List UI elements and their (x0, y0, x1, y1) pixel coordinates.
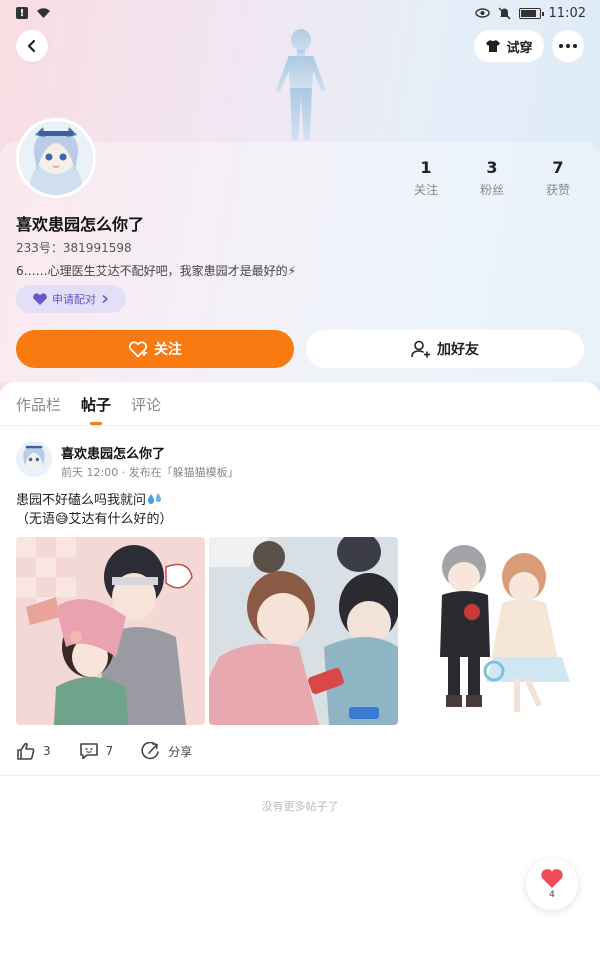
profile-stats: 1 关注 3 粉丝 7 获赞 (396, 158, 588, 198)
stat-label: 粉丝 (479, 183, 504, 197)
comment-count: 7 (105, 744, 114, 758)
stat-following[interactable]: 1 关注 (396, 158, 456, 198)
more-dot-icon (566, 44, 570, 48)
profile-bio: 6……心理医生艾达不配好吧，我家患园才是最好的⚡ (16, 264, 297, 278)
thumbs-up-icon (17, 742, 35, 760)
tab-comments[interactable]: 评论 (131, 382, 161, 425)
floating-like-button[interactable]: 4 (526, 858, 578, 910)
tab-posts[interactable]: 帖子 (81, 382, 111, 425)
stat-value: 1 (420, 158, 432, 177)
more-options-button[interactable] (552, 30, 584, 62)
post-text-line: 患园不好磕么吗我就问 (16, 489, 163, 508)
more-dot-icon (559, 44, 563, 48)
post-author-name[interactable]: 喜欢患园怎么你了 (61, 443, 165, 462)
sweat-drops-icon (148, 493, 162, 504)
stat-value: 7 (552, 158, 564, 177)
like-button[interactable]: 3 (16, 742, 51, 760)
comment-button[interactable]: 7 (79, 742, 114, 760)
share-label: 分享 (168, 744, 193, 759)
share-icon (141, 742, 160, 760)
character-model-image (276, 29, 326, 140)
add-friend-button[interactable]: 加好友 (306, 330, 584, 368)
stat-value: 3 (486, 158, 498, 177)
post-image[interactable] (209, 537, 398, 725)
chevron-left-icon (27, 39, 36, 53)
heart-icon (541, 869, 563, 888)
post-author-avatar[interactable] (16, 441, 52, 477)
status-bar: ! 11:02 (0, 0, 600, 26)
request-pair-label: 申请配对 (52, 293, 96, 306)
comment-icon (79, 743, 98, 760)
battery-icon (518, 7, 544, 19)
stat-likes-received[interactable]: 7 获赞 (528, 158, 588, 198)
stat-label: 关注 (413, 183, 438, 197)
share-button[interactable]: 分享 (141, 742, 192, 760)
profile-avatar[interactable] (16, 118, 96, 198)
chibi-characters-illustration (402, 537, 591, 725)
like-count: 3 (43, 744, 51, 758)
try-on-button[interactable]: 试穿 (474, 30, 544, 62)
chevron-right-icon (102, 294, 109, 304)
mute-icon (498, 7, 511, 19)
profile-tabs: 作品栏 帖子 评论 (0, 382, 600, 426)
add-user-icon (411, 340, 430, 358)
status-time: 11:02 (548, 5, 586, 21)
anime-couple-illustration (16, 537, 205, 725)
post-image[interactable] (402, 537, 591, 725)
tshirt-icon (486, 40, 501, 52)
follow-label: 关注 (154, 342, 182, 358)
post-text-line: （无语😅艾达有什么好的） (16, 512, 173, 527)
divider (0, 775, 600, 776)
add-friend-label: 加好友 (437, 342, 479, 358)
post-text: 患园不好磕么吗我就问 (16, 493, 147, 508)
end-of-list-text: 没有更多帖子了 (261, 800, 339, 813)
avatar-image (19, 121, 93, 195)
heart-plus-icon (128, 340, 148, 357)
more-dot-icon (573, 44, 577, 48)
post-image[interactable] (16, 537, 205, 725)
wifi-icon (37, 8, 50, 18)
heart-icon (33, 292, 47, 305)
avatar-image (16, 441, 52, 477)
anime-game-illustration (209, 537, 398, 725)
tab-works[interactable]: 作品栏 (16, 382, 61, 425)
post-actions: 3 7 分享 (16, 742, 220, 760)
alert-icon: ! (16, 7, 28, 19)
stat-followers[interactable]: 3 粉丝 (462, 158, 522, 198)
try-on-label: 试穿 (506, 40, 533, 56)
follow-button[interactable]: 关注 (16, 330, 294, 368)
post-meta: 前天 12:00 · 发布在「躲猫猫模板」 (61, 466, 239, 479)
eye-icon (474, 8, 490, 18)
floating-like-count: 4 (549, 890, 555, 900)
stat-label: 获赞 (545, 183, 570, 197)
profile-id: 233号：381991598 (16, 241, 132, 255)
request-pair-button[interactable]: 申请配对 (16, 285, 126, 313)
back-button[interactable] (16, 30, 48, 62)
profile-username: 喜欢患园怎么你了 (16, 215, 145, 234)
